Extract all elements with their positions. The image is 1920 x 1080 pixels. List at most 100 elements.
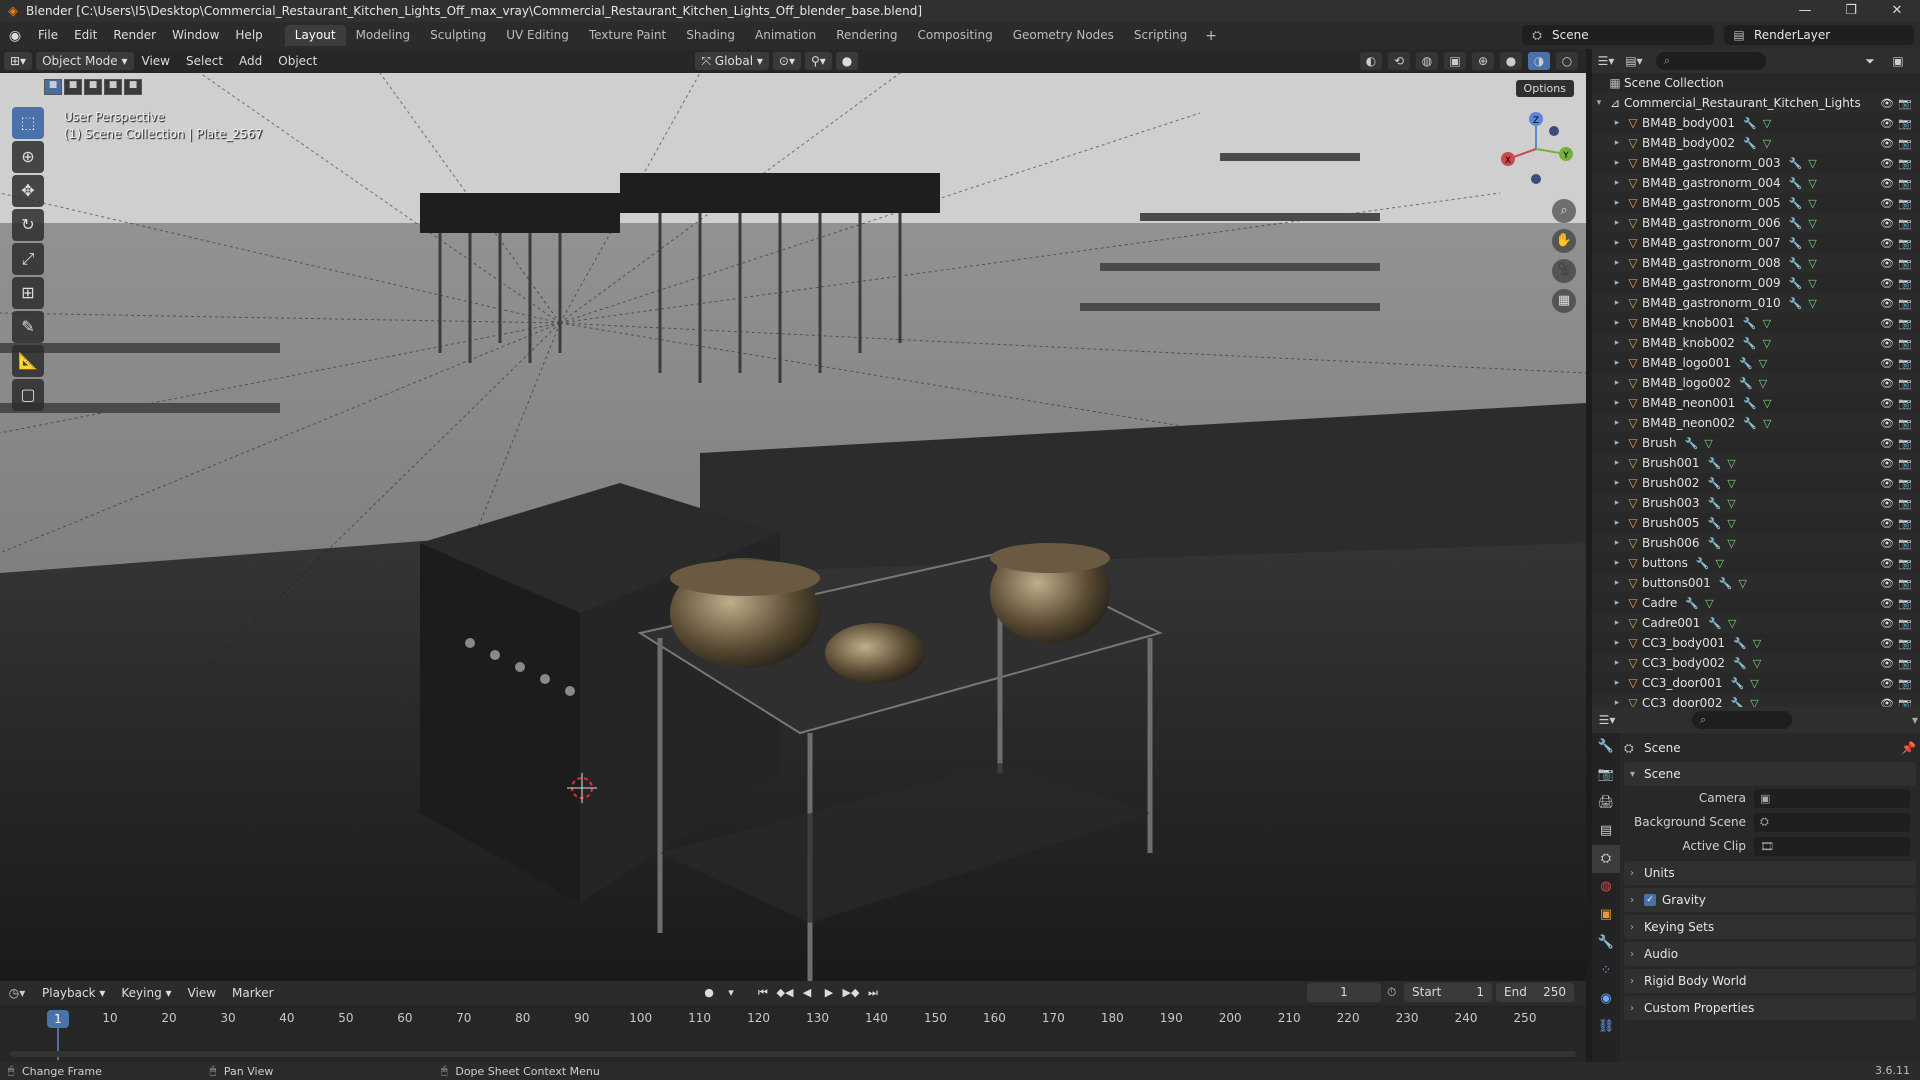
- mesh-data-icon[interactable]: ▽: [1808, 177, 1816, 190]
- proportional-edit-button[interactable]: ●: [835, 52, 859, 70]
- outliner-object-row[interactable]: ▸ ▽ buttons 🔧 ▽ 👁 📷: [1592, 553, 1920, 573]
- eye-icon[interactable]: 👁: [1880, 317, 1894, 330]
- outliner-object-row[interactable]: ▸ ▽ BM4B_gastronorm_003 🔧 ▽ 👁 📷: [1592, 153, 1920, 173]
- expand-icon[interactable]: ▸: [1610, 178, 1624, 188]
- transform-tool[interactable]: ⊞: [12, 277, 44, 309]
- timeline-scrollbar[interactable]: [10, 1051, 1576, 1057]
- select-box-tool[interactable]: ⬚: [12, 107, 44, 139]
- render-tab-icon[interactable]: 📷: [1592, 761, 1620, 789]
- expand-icon[interactable]: ▸: [1610, 158, 1624, 168]
- outliner-object-row[interactable]: ▸ ▽ BM4B_knob002 🔧 ▽ 👁 📷: [1592, 333, 1920, 353]
- expand-icon[interactable]: ▸: [1610, 418, 1624, 428]
- outliner-object-row[interactable]: ▸ ▽ Brush002 🔧 ▽ 👁 📷: [1592, 473, 1920, 493]
- render-camera-icon[interactable]: 📷: [1898, 417, 1912, 430]
- eye-icon[interactable]: 👁: [1880, 457, 1894, 470]
- expand-icon[interactable]: ▸: [1610, 558, 1624, 568]
- expand-icon[interactable]: ▸: [1610, 538, 1624, 548]
- mesh-data-icon[interactable]: ▽: [1808, 277, 1816, 290]
- filter-icon[interactable]: ⏷: [1856, 54, 1884, 69]
- mesh-data-icon[interactable]: ▽: [1808, 217, 1816, 230]
- expand-icon[interactable]: ▸: [1610, 638, 1624, 648]
- jump-keyframe-forward-icon[interactable]: ▶◆: [842, 984, 860, 1002]
- expand-icon[interactable]: ▸: [1610, 658, 1624, 668]
- collection-row[interactable]: ▾ ⊿ Commercial_Restaurant_Kitchen_Lights…: [1592, 93, 1920, 113]
- close-button[interactable]: ✕: [1874, 0, 1920, 22]
- maximize-button[interactable]: ❐: [1828, 0, 1874, 22]
- mesh-data-icon[interactable]: ▽: [1716, 557, 1724, 570]
- add-cube-tool[interactable]: ▢: [12, 379, 44, 411]
- material-shading-icon[interactable]: ◑: [1528, 52, 1550, 70]
- expand-icon[interactable]: ▸: [1610, 398, 1624, 408]
- render-camera-icon[interactable]: 📷: [1898, 297, 1912, 310]
- render-camera-icon[interactable]: 📷: [1898, 317, 1912, 330]
- mesh-data-icon[interactable]: ▽: [1763, 137, 1771, 150]
- current-frame-field[interactable]: 1: [1307, 983, 1381, 1002]
- rotate-tool[interactable]: ↻: [12, 209, 44, 241]
- measure-tool[interactable]: 📐: [12, 345, 44, 377]
- mesh-data-icon[interactable]: ▽: [1750, 697, 1758, 708]
- eye-icon[interactable]: 👁: [1880, 697, 1894, 708]
- render-camera-icon[interactable]: 📷: [1898, 517, 1912, 530]
- expand-icon[interactable]: ▸: [1610, 518, 1624, 528]
- frame-ruler[interactable]: 1102030405060708090100110120130140150160…: [0, 1011, 1586, 1031]
- eye-icon[interactable]: 👁: [1880, 177, 1894, 190]
- outliner-object-row[interactable]: ▸ ▽ BM4B_gastronorm_007 🔧 ▽ 👁 📷: [1592, 233, 1920, 253]
- render-camera-icon[interactable]: 📷: [1898, 217, 1912, 230]
- modifier-icon[interactable]: 🔧: [1789, 277, 1803, 290]
- mesh-data-icon[interactable]: ▽: [1763, 337, 1771, 350]
- modifier-icon[interactable]: 🔧: [1789, 217, 1803, 230]
- ortho-grid-icon[interactable]: ▦: [1552, 289, 1576, 313]
- preview-range-icon[interactable]: ⏱: [1387, 985, 1396, 1000]
- outliner-object-row[interactable]: ▸ ▽ BM4B_body001 🔧 ▽ 👁 📷: [1592, 113, 1920, 133]
- play-icon[interactable]: ▶: [820, 984, 838, 1002]
- eye-icon[interactable]: 👁: [1880, 97, 1894, 110]
- rigid-body-world-panel-header[interactable]: › Rigid Body World: [1624, 969, 1916, 993]
- modifier-icon[interactable]: 🔧: [1789, 197, 1803, 210]
- jump-end-icon[interactable]: ⏭: [864, 984, 882, 1002]
- mesh-data-icon[interactable]: ▽: [1763, 117, 1771, 130]
- mesh-data-icon[interactable]: ▽: [1727, 457, 1735, 470]
- menu-help[interactable]: Help: [227, 22, 270, 49]
- menu-edit[interactable]: Edit: [66, 22, 105, 49]
- properties-options-icon[interactable]: ▾: [1912, 713, 1918, 727]
- snap-button[interactable]: ⚲▾: [804, 52, 832, 70]
- mesh-data-icon[interactable]: ▽: [1759, 357, 1767, 370]
- outliner-object-row[interactable]: ▸ ▽ BM4B_body002 🔧 ▽ 👁 📷: [1592, 133, 1920, 153]
- mesh-data-icon[interactable]: ▽: [1705, 597, 1713, 610]
- outliner-object-row[interactable]: ▸ ▽ CC3_body001 🔧 ▽ 👁 📷: [1592, 633, 1920, 653]
- render-camera-icon[interactable]: 📷: [1898, 97, 1912, 110]
- modifier-icon[interactable]: 🔧: [1731, 697, 1745, 708]
- object-mode-dropdown[interactable]: Object Mode ▾: [36, 52, 134, 70]
- render-camera-icon[interactable]: 📷: [1898, 197, 1912, 210]
- start-frame-field[interactable]: Start 1: [1404, 983, 1492, 1002]
- expand-icon[interactable]: ▸: [1610, 238, 1624, 248]
- mesh-data-icon[interactable]: ▽: [1738, 577, 1746, 590]
- tab-rendering[interactable]: Rendering: [826, 25, 907, 46]
- expand-icon[interactable]: ▸: [1610, 198, 1624, 208]
- render-camera-icon[interactable]: 📷: [1898, 477, 1912, 490]
- eye-icon[interactable]: 👁: [1880, 377, 1894, 390]
- timeline-editor-icon[interactable]: ◷▾: [0, 986, 34, 1000]
- eye-icon[interactable]: 👁: [1880, 257, 1894, 270]
- constraints-tab-icon[interactable]: ⛓: [1592, 1013, 1620, 1041]
- expand-icon[interactable]: ▸: [1610, 698, 1624, 707]
- expand-icon[interactable]: ▸: [1610, 438, 1624, 448]
- expand-icon[interactable]: ▸: [1610, 678, 1624, 688]
- render-camera-icon[interactable]: 📷: [1898, 437, 1912, 450]
- outliner-object-row[interactable]: ▸ ▽ Brush 🔧 ▽ 👁 📷: [1592, 433, 1920, 453]
- expand-icon[interactable]: ▸: [1610, 298, 1624, 308]
- outliner-object-row[interactable]: ▸ ▽ CC3_body002 🔧 ▽ 👁 📷: [1592, 653, 1920, 673]
- tab-uv-editing[interactable]: UV Editing: [496, 25, 579, 46]
- render-camera-icon[interactable]: 📷: [1898, 337, 1912, 350]
- render-camera-icon[interactable]: 📷: [1898, 257, 1912, 270]
- eye-icon[interactable]: 👁: [1880, 617, 1894, 630]
- mesh-data-icon[interactable]: ▽: [1728, 617, 1736, 630]
- mesh-data-icon[interactable]: ▽: [1753, 637, 1761, 650]
- eye-icon[interactable]: 👁: [1880, 537, 1894, 550]
- zoom-icon[interactable]: ⌕: [1552, 199, 1576, 223]
- tool-tab-icon[interactable]: 🔧: [1592, 733, 1620, 761]
- eye-icon[interactable]: 👁: [1880, 637, 1894, 650]
- scene-panel-header[interactable]: ▾ Scene: [1624, 762, 1916, 786]
- eye-icon[interactable]: 👁: [1880, 277, 1894, 290]
- eye-icon[interactable]: 👁: [1880, 117, 1894, 130]
